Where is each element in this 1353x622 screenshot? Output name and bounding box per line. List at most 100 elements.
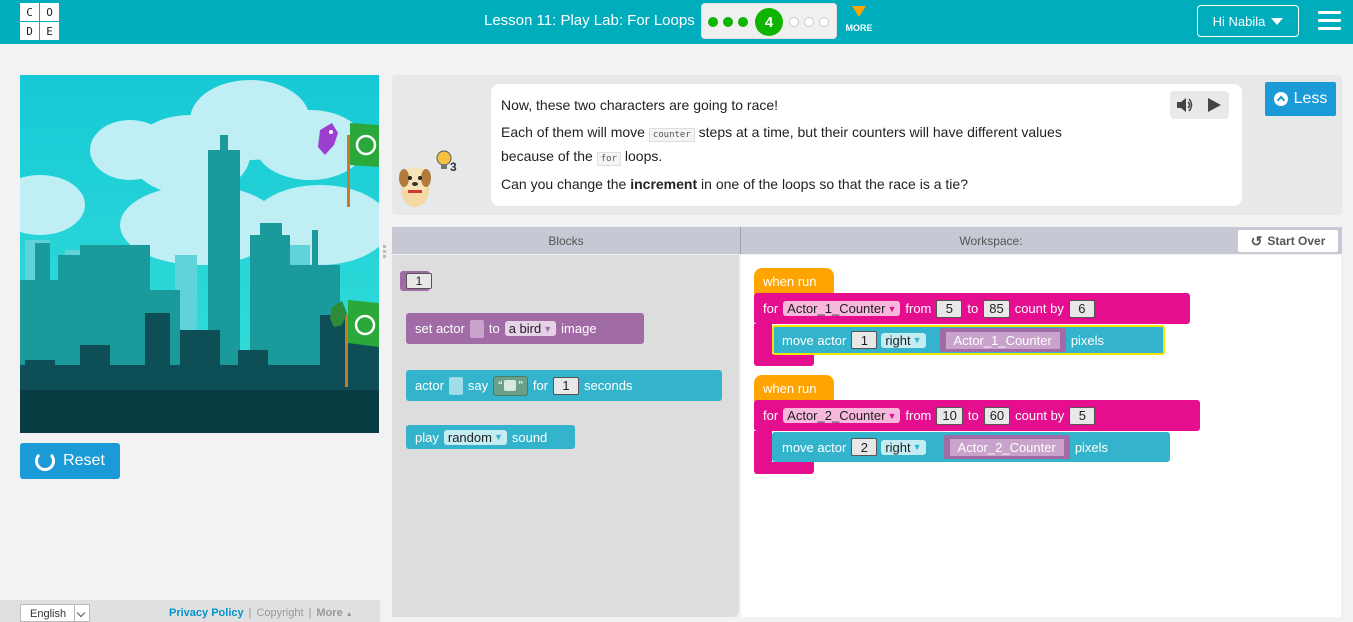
actor-number[interactable]: 2 [851, 438, 878, 456]
more-footer-link[interactable]: More [316, 607, 342, 619]
instruction-line: because of the for loops. [501, 148, 663, 166]
less-label: Less [1293, 90, 1328, 107]
sound-dropdown[interactable]: random ▼ [443, 429, 507, 445]
block-text: say [467, 378, 489, 393]
level-dot-completed[interactable] [738, 17, 748, 27]
loop-body-rail [754, 431, 772, 466]
chevron-down-icon [74, 605, 89, 621]
block-text: move actor [782, 332, 847, 348]
start-over-button[interactable]: ↺ Start Over [1238, 230, 1338, 252]
level-dot-completed[interactable] [708, 17, 718, 27]
block-text: image [561, 321, 597, 336]
level-dot-upcoming[interactable] [804, 17, 814, 27]
level-dot-upcoming[interactable] [789, 17, 799, 27]
speaker-icon[interactable] [1176, 97, 1194, 113]
count-by-value[interactable]: 5 [1069, 406, 1096, 425]
copyright-link[interactable]: Copyright [256, 607, 303, 619]
block-text: to [967, 408, 979, 423]
for-loop-block[interactable]: for Actor_1_Counter ▼ from 5 to 85 count … [754, 293, 1190, 324]
actor-slot[interactable] [448, 376, 463, 395]
level-dot-completed[interactable] [723, 17, 733, 27]
set-actor-block[interactable]: set actor to a bird ▼ image [406, 313, 644, 344]
hamburger-menu-icon[interactable] [1318, 11, 1341, 31]
level-dot-current[interactable]: 4 [755, 8, 783, 36]
move-actor-block[interactable]: move actor 1 right ▼ Actor_1_Counter pixe… [772, 325, 1165, 355]
instruction-line: Now, these two characters are going to r… [501, 97, 779, 113]
number-value[interactable]: 1 [406, 273, 432, 289]
block-text: for [532, 378, 548, 393]
block-text: to [488, 321, 500, 336]
seconds-value[interactable]: 1 [553, 376, 579, 395]
block-text: move actor [782, 439, 847, 455]
resize-grip[interactable] [858, 218, 876, 231]
variable-dropdown[interactable]: Actor_2_Counter ▼ [783, 408, 901, 423]
move-actor-block[interactable]: move actor 2 right ▼ Actor_2_Counter pixe… [772, 432, 1170, 462]
block-text: from [905, 408, 932, 423]
logo-letter: E [40, 22, 59, 40]
workspace-header: Blocks Workspace: [392, 227, 1342, 254]
workspace-title: Workspace: [959, 234, 1023, 248]
language-value: English [30, 608, 67, 620]
to-value[interactable]: 85 [983, 299, 1010, 318]
chevron-up-icon [1273, 92, 1288, 106]
vertical-resize-grip[interactable] [383, 245, 387, 263]
game-canvas[interactable] [20, 75, 379, 433]
hint-count: 3 [450, 160, 457, 174]
play-icon[interactable] [1206, 97, 1222, 113]
loop-footer [754, 354, 814, 366]
triangle-down-icon [852, 6, 866, 17]
audio-controls [1170, 91, 1229, 119]
count-by-value[interactable]: 6 [1068, 299, 1095, 318]
footer-separator: | [248, 607, 252, 619]
code-counter: counter [648, 128, 695, 142]
block-text: set actor [415, 321, 465, 336]
language-select[interactable]: English [20, 604, 90, 622]
when-run-block[interactable]: when run [754, 268, 834, 294]
toolbox-number-block[interactable]: 1 [400, 271, 432, 291]
block-text: seconds [584, 378, 633, 393]
play-sound-block[interactable]: play random ▼ sound [406, 425, 575, 449]
block-text: pixels [1070, 332, 1105, 348]
undo-icon: ↺ [1250, 232, 1263, 249]
privacy-policy-link[interactable]: Privacy Policy [169, 607, 244, 619]
block-text: to [967, 301, 979, 316]
actor-say-block[interactable]: actor say “” for 1 seconds [406, 370, 722, 401]
variable-dropdown[interactable]: Actor_1_Counter ▼ [783, 301, 901, 316]
more-levels-button[interactable]: MORE [844, 6, 874, 38]
actor-number[interactable]: 1 [851, 331, 878, 349]
instructions-bubble: Now, these two characters are going to r… [491, 84, 1242, 206]
more-label: MORE [845, 23, 873, 33]
bird-dropdown[interactable]: a bird ▼ [504, 321, 557, 336]
caret-down-icon [1271, 17, 1284, 25]
to-value[interactable]: 60 [983, 406, 1011, 425]
code-logo[interactable]: C O D E [20, 3, 60, 40]
footer-links: Privacy Policy | Copyright | More ▲ [169, 607, 353, 619]
block-text: when run [763, 273, 817, 289]
direction-dropdown[interactable]: right ▼ [881, 439, 926, 455]
lesson-title[interactable]: Lesson 11: Play Lab: For Loops [484, 12, 695, 29]
bold-increment: increment [630, 176, 698, 192]
block-text: actor [415, 378, 444, 393]
user-menu-button[interactable]: Hi Nabila [1197, 5, 1299, 37]
direction-dropdown[interactable]: right ▼ [881, 332, 926, 348]
level-dot-upcoming[interactable] [819, 17, 829, 27]
counter-variable-block[interactable]: Actor_2_Counter [943, 435, 1070, 459]
logo-letter: D [20, 22, 39, 40]
reset-icon [35, 451, 56, 471]
level-progress: 4 [701, 3, 837, 39]
instruction-line: Each of them will move counter steps at … [501, 124, 1062, 142]
logo-letter: O [40, 3, 59, 21]
from-value[interactable]: 5 [936, 299, 963, 318]
when-run-block[interactable]: when run [754, 375, 834, 401]
start-over-label: Start Over [1267, 234, 1326, 248]
block-text: count by [1014, 301, 1064, 316]
city-skyline-scene [20, 80, 379, 433]
caret-up-icon: ▲ [345, 611, 353, 618]
for-loop-block[interactable]: for Actor_2_Counter ▼ from 10 to 60 count… [754, 400, 1200, 431]
from-value[interactable]: 10 [936, 406, 963, 425]
counter-variable-block[interactable]: Actor_1_Counter [939, 328, 1066, 352]
less-button[interactable]: Less [1265, 82, 1336, 116]
actor-slot[interactable] [469, 319, 484, 338]
reset-button[interactable]: Reset [20, 443, 120, 479]
say-text-input[interactable]: “” [493, 375, 528, 396]
